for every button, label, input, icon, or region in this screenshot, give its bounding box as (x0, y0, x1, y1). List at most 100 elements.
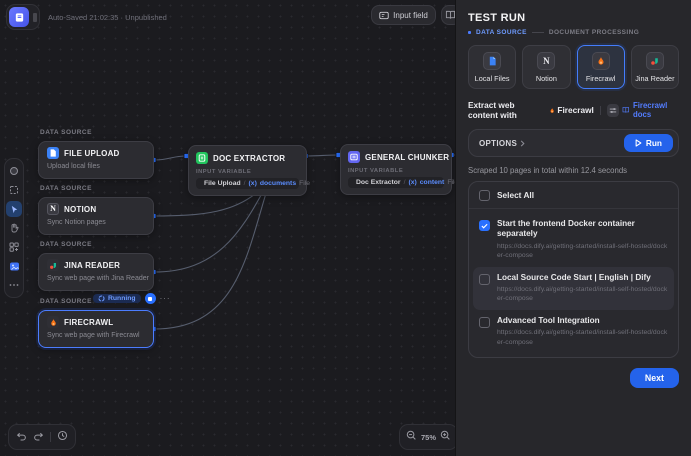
page-url: https://docs.dify.ai/getting-started/ins… (497, 328, 668, 347)
node-subtitle: Upload local files (47, 163, 145, 170)
node-notion[interactable]: N NOTION Sync Notion pages (38, 197, 154, 235)
test-run-panel: TEST RUN DATA SOURCE DOCUMENT PROCESSING… (455, 0, 691, 456)
spinner-icon (98, 295, 105, 302)
autosave-status: Auto-Saved 21:02:35 · Unpublished (48, 13, 167, 22)
history-controls (8, 424, 76, 450)
firecrawl-icon (592, 52, 610, 70)
notion-icon: N (47, 203, 59, 215)
notion-icon: N (537, 52, 555, 70)
node-tag-firecrawl: DATA SOURCE (40, 298, 92, 305)
node-title: NOTION (64, 205, 96, 214)
source-card-local-files[interactable]: Local Files (468, 45, 516, 89)
note-icon[interactable] (6, 258, 22, 274)
doc-extractor-icon (196, 152, 208, 164)
firecrawl-icon (47, 316, 59, 328)
input-field-button[interactable]: Input field (371, 5, 436, 25)
workflow-canvas[interactable]: DATA SOURCE FILE UPLOAD Upload local fil… (0, 0, 455, 456)
firecrawl-docs-link[interactable]: Firecrawl docs (622, 101, 679, 119)
input-field-icon (379, 11, 389, 20)
next-button[interactable]: Next (630, 368, 679, 388)
data-source-cards: Local Files N Notion Firecrawl Jina Read… (468, 45, 679, 89)
page-title: Advanced Tool Integration (497, 316, 668, 326)
scrape-summary: Scraped 10 pages in total within 12.4 se… (468, 166, 679, 175)
input-variable-label: INPUT VARIABLE (196, 169, 299, 175)
source-card-jina-reader[interactable]: Jina Reader (631, 45, 679, 89)
page-checkbox[interactable] (479, 220, 490, 231)
options-bar: OPTIONS Run (468, 129, 679, 157)
hand-tool-icon[interactable] (6, 220, 22, 236)
firecrawl-running-badge: Running (93, 294, 141, 303)
app-logo-icon (9, 7, 29, 27)
source-card-firecrawl[interactable]: Firecrawl (577, 45, 625, 89)
select-all-checkbox[interactable] (479, 190, 490, 201)
redo-button[interactable] (33, 428, 44, 446)
node-file-upload[interactable]: FILE UPLOAD Upload local files (38, 141, 154, 179)
step-dot (468, 31, 471, 34)
app-logo-wrap[interactable] (6, 4, 40, 30)
input-variable-label: INPUT VARIABLE (348, 168, 444, 174)
node-title: FIRECRAWL (64, 318, 113, 327)
page-row[interactable]: Advanced Tool Integration https://docs.d… (473, 310, 674, 353)
node-title: FILE UPLOAD (64, 149, 120, 158)
run-button[interactable]: Run (624, 134, 673, 152)
divider (600, 106, 601, 115)
chevron-right-icon (520, 140, 525, 147)
extract-header: Extract web content with Firecrawl Firec… (468, 100, 679, 120)
step-data-source: DATA SOURCE (476, 29, 527, 36)
node-subtitle: Sync web page with Firecrawl (47, 332, 145, 339)
page-url: https://docs.dify.ai/getting-started/ins… (497, 242, 668, 261)
select-all-label: Select All (497, 190, 534, 200)
page-checkbox[interactable] (479, 274, 490, 285)
node-doc-extractor[interactable]: DOC EXTRACTOR INPUT VARIABLE File Upload… (188, 145, 307, 196)
jina-reader-icon (47, 259, 59, 271)
node-tag-notion: DATA SOURCE (40, 185, 92, 192)
zoom-out-button[interactable] (406, 428, 417, 446)
change-history-button[interactable] (57, 428, 68, 446)
extract-settings-button[interactable] (607, 104, 620, 117)
page-checkbox[interactable] (479, 317, 490, 328)
undo-button[interactable] (16, 428, 27, 446)
general-chunker-icon (348, 151, 360, 163)
general-chunker-input-pill: Doc Extractor / (x) content File (348, 177, 444, 188)
doc-extractor-input-pill: File Upload / (x) documents File (196, 178, 299, 189)
node-title: DOC EXTRACTOR (213, 154, 285, 163)
jina-reader-icon (646, 52, 664, 70)
node-general-chunker[interactable]: GENERAL CHUNKER INPUT VARIABLE Doc Extra… (340, 144, 452, 195)
firecrawl-flame-icon (549, 106, 555, 115)
docs-book-icon (622, 106, 630, 114)
zoom-in-button[interactable] (440, 428, 451, 446)
extract-title: Extract web content with Firecrawl (468, 100, 594, 120)
node-jina-reader[interactable]: JINA READER Sync web page with Jina Read… (38, 253, 154, 291)
organize-icon[interactable] (6, 239, 22, 255)
page-row[interactable]: Start the frontend Docker container sepa… (473, 213, 674, 267)
zoom-level[interactable]: 75% (421, 433, 436, 442)
logo-grip-icon (33, 13, 37, 22)
more-tools-icon[interactable] (6, 277, 22, 293)
stop-node-button[interactable] (145, 293, 156, 304)
file-upload-icon (47, 147, 59, 159)
frame-tool-icon[interactable] (6, 182, 22, 198)
sliders-icon (609, 107, 617, 114)
panel-title: TEST RUN (468, 12, 679, 24)
circle-tool-icon[interactable] (6, 163, 22, 179)
divider (50, 432, 51, 442)
scraped-pages-list: Select All Start the frontend Docker con… (468, 181, 679, 358)
node-tag-jina-reader: DATA SOURCE (40, 241, 92, 248)
node-subtitle: Sync Notion pages (47, 219, 145, 226)
step-document-processing: DOCUMENT PROCESSING (549, 29, 639, 36)
source-card-notion[interactable]: N Notion (522, 45, 570, 89)
node-tag-file-upload: DATA SOURCE (40, 129, 92, 136)
page-url: https://docs.dify.ai/getting-started/ins… (497, 285, 668, 304)
options-toggle[interactable]: OPTIONS (479, 139, 525, 148)
canvas-tool-rail (4, 158, 24, 298)
select-all-row[interactable]: Select All (469, 182, 678, 209)
step-indicator: DATA SOURCE DOCUMENT PROCESSING (468, 29, 679, 36)
step-connector (532, 32, 544, 33)
node-more-icon[interactable]: ··· (160, 297, 171, 301)
node-firecrawl[interactable]: FIRECRAWL Sync web page with Firecrawl (38, 310, 154, 348)
app-header-left: Auto-Saved 21:02:35 · Unpublished (6, 4, 167, 30)
page-title: Local Source Code Start | English | Dify (497, 273, 668, 283)
pointer-tool-icon[interactable] (6, 201, 22, 217)
node-title: JINA READER (64, 261, 120, 270)
page-row[interactable]: Local Source Code Start | English | Dify… (473, 267, 674, 310)
